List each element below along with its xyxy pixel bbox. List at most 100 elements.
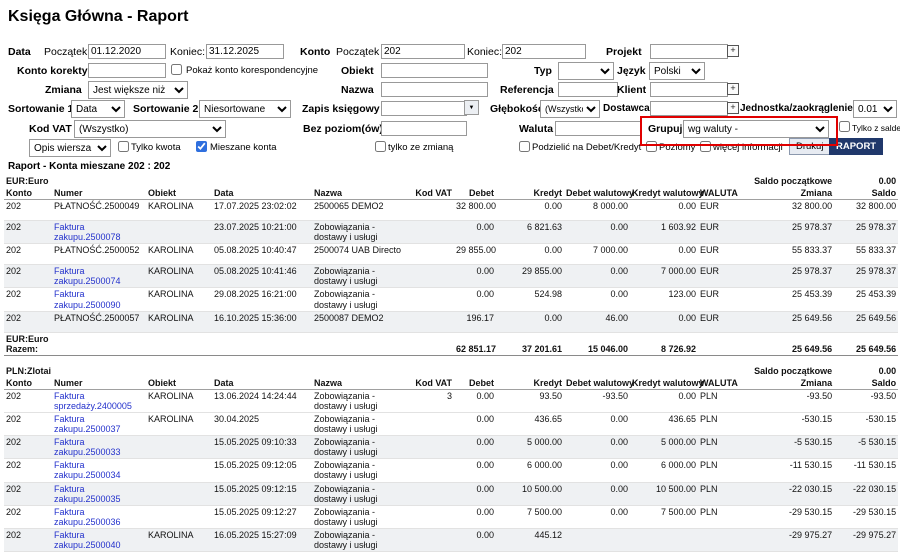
- cell-waluta: EUR: [698, 200, 736, 221]
- cell-nazwa: Zobowiązania - dostawy i usługi: [312, 265, 404, 288]
- cell-waluta: [698, 528, 736, 551]
- cell-debet-walutowy: 0.00: [564, 265, 630, 288]
- cell-nazwa: Zobowiązania - dostawy i usługi: [312, 288, 404, 311]
- col-header: Debet: [454, 187, 496, 200]
- cell-nazwa: Zobowiązania - dostawy i usługi: [312, 528, 404, 551]
- table-row: 202Faktura zakupu.250003415.05.2025 09:1…: [4, 459, 898, 482]
- sortowanie2-select[interactable]: Niesortowane: [199, 100, 291, 118]
- col-header: Data: [212, 187, 312, 200]
- cell-numer-document-link[interactable]: Faktura zakupu.2500078: [52, 221, 146, 244]
- wiecej-informacji-checkbox[interactable]: [700, 141, 711, 152]
- column-header-row: KontoNumerObiektDataNazwaKod VATDebetKre…: [4, 377, 898, 390]
- projekt-add-icon[interactable]: +: [727, 45, 739, 57]
- cell-debet-walutowy: 0.00: [564, 505, 630, 528]
- projekt-input[interactable]: [650, 44, 728, 59]
- cell-debet-walutowy: 0.00: [564, 413, 630, 436]
- bez-poziomow-input[interactable]: [381, 121, 467, 136]
- typ-label: Typ: [534, 65, 552, 77]
- konto-do-input[interactable]: [502, 44, 586, 59]
- dostawca-input[interactable]: [650, 101, 728, 116]
- jednostka-label: Jednostka/zaokrąglenie: [740, 103, 853, 114]
- total-waluta: [698, 332, 736, 355]
- col-header: Obiekt: [146, 377, 212, 390]
- cell-konto: 202: [4, 528, 52, 551]
- glebokosc-select[interactable]: (Wszystko): [540, 100, 600, 118]
- data-do-input[interactable]: [206, 44, 284, 59]
- konto-korekty-input[interactable]: [88, 63, 166, 78]
- tylko-z-saldem-checkbox[interactable]: [839, 121, 850, 132]
- cell-kredyt-walutowy: 0.00: [630, 244, 698, 265]
- cell-obiekt: KAROLINA: [146, 288, 212, 311]
- kod-vat-select[interactable]: (Wszystko): [74, 120, 226, 138]
- cell-numer-document-link: PŁATNOŚĆ.2500052: [52, 244, 146, 265]
- cell-kredyt-walutowy: 5 000.00: [630, 436, 698, 459]
- cell-debet: 29 855.00: [454, 244, 496, 265]
- cell-debet: 0.00: [454, 265, 496, 288]
- podzielic-checkbox[interactable]: [519, 141, 530, 152]
- raport-button[interactable]: RAPORT: [829, 138, 883, 155]
- cell-numer-document-link[interactable]: Faktura sprzedaży.2400005: [52, 389, 146, 412]
- zmiana-select[interactable]: Jest większe niż: [88, 81, 188, 99]
- obiekt-input[interactable]: [381, 63, 488, 78]
- grupuj-label: Grupuj: [648, 123, 682, 135]
- pokaz-konto-checkbox[interactable]: [171, 64, 182, 75]
- cell-numer-document-link[interactable]: Faktura zakupu.2500034: [52, 459, 146, 482]
- zapis-dropdown-arrow-button[interactable]: ▼: [464, 100, 479, 115]
- cell-data: 30.04.2025: [212, 413, 312, 436]
- drukuj-button[interactable]: Drukuj: [789, 138, 830, 155]
- tylko-ze-zmiana-checkbox[interactable]: [375, 141, 386, 152]
- mieszane-konta-checkbox[interactable]: [196, 141, 207, 152]
- cell-data: 15.05.2025 09:10:33: [212, 436, 312, 459]
- konto-korekty-label: Konto korekty: [17, 65, 88, 77]
- cell-numer-document-link[interactable]: Faktura zakupu.2500037: [52, 413, 146, 436]
- cell-kredyt-walutowy: 436.65: [630, 413, 698, 436]
- pokaz-konto-label: Pokaż konto korespondencyjne: [186, 65, 318, 76]
- cell-nazwa: Zobowiązania - dostawy i usługi: [312, 436, 404, 459]
- cell-obiekt: KAROLINA: [146, 244, 212, 265]
- cell-kredyt: 5 000.00: [496, 436, 564, 459]
- nazwa-input[interactable]: [381, 82, 488, 97]
- cell-zmiana: -11 530.15: [736, 459, 834, 482]
- col-header: Konto: [4, 377, 52, 390]
- cell-numer-document-link[interactable]: Faktura zakupu.2500033: [52, 436, 146, 459]
- sortowanie1-select[interactable]: Data: [71, 100, 125, 118]
- col-header: Obiekt: [146, 187, 212, 200]
- referencja-input[interactable]: [558, 82, 618, 97]
- cell-numer-document-link[interactable]: Faktura zakupu.2500036: [52, 505, 146, 528]
- cell-debet: 0.00: [454, 413, 496, 436]
- cell-numer-document-link[interactable]: Faktura zakupu.2500074: [52, 265, 146, 288]
- saldo-poczatkowe-value: 0.00: [834, 175, 898, 187]
- cell-waluta: PLN: [698, 505, 736, 528]
- data-od-input[interactable]: [88, 44, 166, 59]
- column-header-row: KontoNumerObiektDataNazwaKod VATDebetKre…: [4, 187, 898, 200]
- cell-zmiana: -22 030.15: [736, 482, 834, 505]
- zapis-ksiegowy-input[interactable]: [381, 101, 467, 116]
- opis-wiersza-select[interactable]: Opis wiersza: [29, 139, 111, 157]
- typ-select[interactable]: [558, 62, 614, 80]
- cell-kredyt-walutowy: 6 000.00: [630, 459, 698, 482]
- cell-data: 13.06.2024 14:24:44: [212, 389, 312, 412]
- cell-kod-vat: [404, 200, 454, 221]
- klient-add-icon[interactable]: +: [727, 83, 739, 95]
- cell-numer-document-link[interactable]: Faktura zakupu.2500090: [52, 288, 146, 311]
- grupuj-select[interactable]: wg waluty -: [683, 120, 829, 138]
- col-header: Nazwa: [312, 377, 404, 390]
- konto-od-input[interactable]: [381, 44, 465, 59]
- klient-input[interactable]: [650, 82, 728, 97]
- jednostka-select[interactable]: 0.01: [853, 100, 897, 118]
- cell-saldo: -5 530.15: [834, 436, 898, 459]
- jezyk-select[interactable]: Polski: [649, 62, 705, 80]
- cell-numer-document-link[interactable]: Faktura zakupu.2500040: [52, 528, 146, 551]
- poziomy-checkbox[interactable]: [646, 141, 657, 152]
- waluta-input[interactable]: [555, 121, 641, 136]
- konto-koniec-label: Koniec:: [467, 46, 502, 58]
- dostawca-add-icon[interactable]: +: [727, 102, 739, 114]
- cell-debet: 196.17: [454, 311, 496, 332]
- cell-numer-document-link[interactable]: Faktura zakupu.2500035: [52, 482, 146, 505]
- tylko-kwota-checkbox[interactable]: [118, 141, 129, 152]
- cell-nazwa: Zobowiązania - dostawy i usługi: [312, 505, 404, 528]
- referencja-label: Referencja: [500, 84, 554, 96]
- cell-saldo: 55 833.37: [834, 244, 898, 265]
- jezyk-label: Język: [617, 65, 646, 77]
- cell-nazwa: Zobowiązania - dostawy i usługi: [312, 459, 404, 482]
